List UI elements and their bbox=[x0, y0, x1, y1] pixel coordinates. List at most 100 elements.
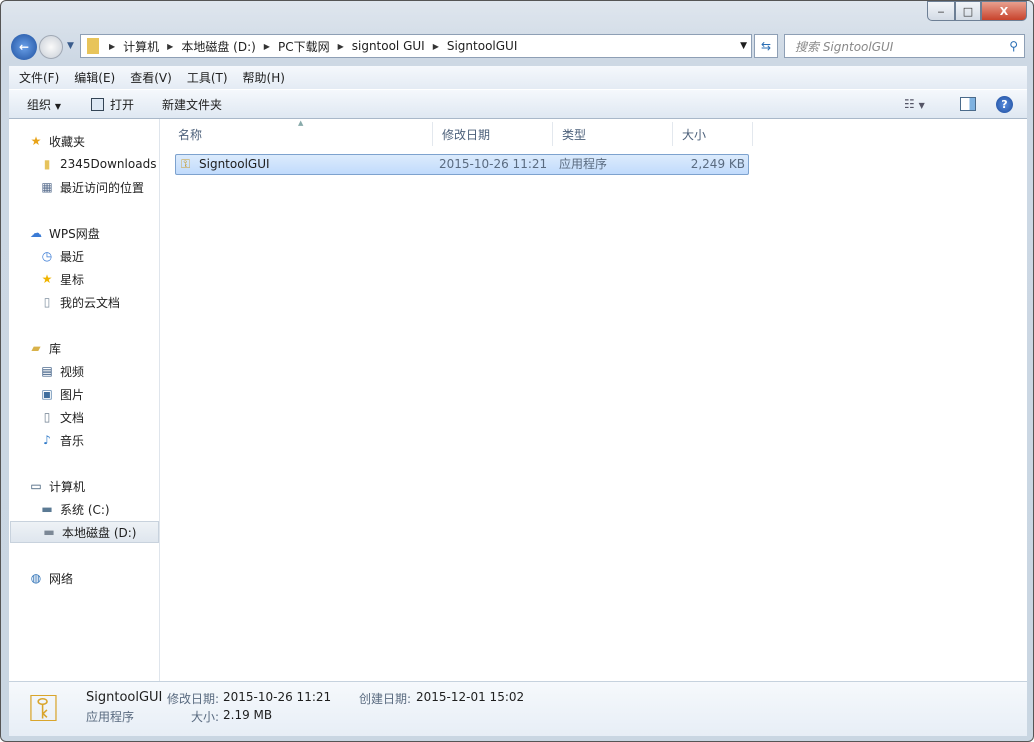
system-drive-icon: ▬ bbox=[41, 502, 53, 516]
file-name: SigntoolGUI bbox=[199, 157, 270, 171]
app-window-icon bbox=[91, 97, 104, 111]
sidebar-item[interactable]: ▦ 最近访问的位置 bbox=[9, 176, 160, 198]
menu-bar: 文件(F) 编辑(E) 查看(V) 工具(T) 帮助(H) bbox=[9, 66, 1027, 89]
breadcrumb-current[interactable]: SigntoolGUI bbox=[447, 39, 518, 53]
sidebar-item[interactable]: ▰ 库 bbox=[9, 337, 160, 359]
menu-tools[interactable]: 工具(T) bbox=[187, 69, 228, 86]
details-name: SigntoolGUI bbox=[86, 690, 163, 705]
details-pane: ⚿ SigntoolGUI 应用程序 修改日期: 2015-10-26 11:2… bbox=[9, 681, 1027, 736]
details-modified-label: 修改日期: bbox=[167, 692, 220, 706]
sidebar-item[interactable]: ▭ 计算机 bbox=[9, 475, 160, 497]
sidebar-item-label: 音乐 bbox=[60, 433, 85, 448]
sidebar-item[interactable]: ★ 星标 bbox=[9, 268, 160, 290]
breadcrumb-pc[interactable]: PC下载网 bbox=[278, 38, 330, 55]
command-bar: 组织 ▼ 打开 新建文件夹 ☷ ▼ ? bbox=[9, 89, 1027, 119]
recent-pages-dropdown[interactable]: ▼ bbox=[67, 41, 74, 51]
file-size: 2,249 KB bbox=[690, 157, 745, 171]
explorer-window: ‒ □ X ← ▼ ▶ 计算机 ▶ 本地磁盘 (D:) ▶ PC下载网 ▶ signto… bbox=[0, 0, 1034, 742]
minimize-button[interactable]: ‒ bbox=[927, 1, 955, 21]
sidebar-item[interactable]: ★ 收藏夹 bbox=[9, 130, 160, 152]
sidebar-item[interactable]: ♪ 音乐 bbox=[9, 429, 160, 451]
details-type: 应用程序 bbox=[86, 710, 135, 724]
chevron-right-icon[interactable]: ▶ bbox=[338, 42, 344, 51]
video-icon: ▤ bbox=[41, 364, 53, 378]
organize-button[interactable]: 组织 ▼ bbox=[27, 96, 61, 113]
chevron-right-icon[interactable]: ▶ bbox=[167, 42, 173, 51]
sidebar-item[interactable]: ◷ 最近 bbox=[9, 245, 160, 267]
sidebar-item[interactable]: ◍ 网络 bbox=[9, 567, 160, 589]
sidebar-item-label: 本地磁盘 (D:) bbox=[62, 525, 137, 540]
chevron-right-icon[interactable]: ▶ bbox=[433, 42, 439, 51]
column-header-type[interactable]: 类型 bbox=[553, 122, 673, 146]
star-icon: ★ bbox=[30, 134, 42, 148]
sidebar-item[interactable]: ▮ 2345Downloads bbox=[9, 153, 160, 175]
menu-help[interactable]: 帮助(H) bbox=[243, 69, 285, 86]
sidebar-item[interactable]: ▣ 图片 bbox=[9, 383, 160, 405]
sidebar-item-label: 星标 bbox=[60, 272, 85, 287]
network-icon: ◍ bbox=[30, 571, 42, 585]
sidebar-item-label: 图片 bbox=[60, 387, 85, 402]
open-button[interactable]: 打开 bbox=[91, 96, 134, 113]
menu-file[interactable]: 文件(F) bbox=[19, 69, 59, 86]
picture-icon: ▣ bbox=[41, 387, 53, 401]
address-bar[interactable]: ▶ 计算机 ▶ 本地磁盘 (D:) ▶ PC下载网 ▶ signtool GUI ▶ Si… bbox=[80, 34, 752, 58]
navigation-pane: ★ 收藏夹 ▮ 2345Downloads ▦ 最近访问的位置 ☁ WPS网盘 ◷ 最近 ★ 星标 ▯ 我… bbox=[9, 119, 160, 681]
clock-icon: ◷ bbox=[41, 249, 53, 263]
column-header-name[interactable]: 名称 bbox=[169, 122, 433, 146]
search-icon[interactable]: ⚲ bbox=[1009, 39, 1018, 53]
forward-button[interactable] bbox=[39, 35, 63, 59]
sidebar-item-label: 收藏夹 bbox=[49, 134, 86, 149]
key-app-icon: ⚿ bbox=[29, 686, 58, 730]
breadcrumb-computer[interactable]: 计算机 bbox=[123, 38, 159, 55]
folder-icon: ▮ bbox=[43, 157, 51, 171]
sidebar-item-label: 库 bbox=[49, 341, 62, 356]
computer-icon: ▭ bbox=[30, 479, 42, 493]
close-button[interactable]: X bbox=[981, 1, 1027, 21]
sidebar-item[interactable]: ▯ 文档 bbox=[9, 406, 160, 428]
sidebar-item-label: 网络 bbox=[49, 571, 74, 586]
sidebar-item[interactable]: ▤ 视频 bbox=[9, 360, 160, 382]
sidebar-item-label: 2345Downloads bbox=[60, 157, 157, 171]
help-icon[interactable]: ? bbox=[996, 95, 1013, 113]
key-app-icon: ⚿ bbox=[181, 157, 191, 171]
drive-icon: ▬ bbox=[43, 525, 55, 539]
breadcrumb-drive[interactable]: 本地磁盘 (D:) bbox=[181, 38, 255, 55]
details-modified: 2015-10-26 11:21 bbox=[223, 690, 332, 704]
maximize-button[interactable]: □ bbox=[955, 1, 981, 21]
search-placeholder: 搜索 SigntoolGUI bbox=[795, 39, 894, 54]
file-row[interactable]: ⚿ SigntoolGUI 2015-10-26 11:21 应用程序 2,24… bbox=[175, 154, 749, 175]
file-modified: 2015-10-26 11:21 bbox=[439, 157, 548, 171]
star-icon: ★ bbox=[41, 272, 53, 286]
view-options-icon[interactable]: ☷ ▼ bbox=[904, 97, 925, 111]
file-list: ▲ 名称 修改日期 类型 大小 ⚿ SigntoolGUI 2015-10-26… bbox=[160, 119, 1027, 681]
details-created: 2015-12-01 15:02 bbox=[416, 690, 525, 704]
back-button[interactable]: ← bbox=[11, 34, 37, 60]
address-dropdown-icon[interactable]: ▼ bbox=[740, 41, 747, 51]
sidebar-item[interactable]: ▬ 本地磁盘 (D:) bbox=[10, 521, 159, 543]
library-icon: ▰ bbox=[31, 341, 41, 355]
sidebar-item-label: WPS网盘 bbox=[49, 226, 100, 241]
chevron-right-icon[interactable]: ▶ bbox=[264, 42, 270, 51]
column-header-modified[interactable]: 修改日期 bbox=[433, 122, 553, 146]
breadcrumb-signtool[interactable]: signtool GUI bbox=[352, 39, 425, 53]
sidebar-item[interactable]: ▬ 系统 (C:) bbox=[9, 498, 160, 520]
chevron-down-icon: ▼ bbox=[54, 101, 61, 111]
sidebar-item-label: 系统 (C:) bbox=[60, 502, 110, 517]
search-input[interactable]: 搜索 SigntoolGUI ⚲ bbox=[784, 34, 1025, 58]
preview-pane-icon[interactable] bbox=[960, 97, 976, 111]
menu-view[interactable]: 查看(V) bbox=[130, 69, 172, 86]
sidebar-item[interactable]: ▯ 我的云文档 bbox=[9, 291, 160, 313]
document-icon: ▯ bbox=[43, 295, 51, 309]
details-size: 2.19 MB bbox=[223, 708, 273, 722]
sidebar-item-label: 视频 bbox=[60, 364, 85, 379]
recent-places-icon: ▦ bbox=[41, 180, 53, 194]
sidebar-item-label: 最近 bbox=[60, 249, 85, 264]
file-type: 应用程序 bbox=[559, 157, 608, 171]
chevron-right-icon[interactable]: ▶ bbox=[109, 42, 115, 51]
column-header-size[interactable]: 大小 bbox=[673, 122, 753, 146]
new-folder-button[interactable]: 新建文件夹 bbox=[162, 96, 222, 113]
sidebar-item[interactable]: ☁ WPS网盘 bbox=[9, 222, 160, 244]
menu-edit[interactable]: 编辑(E) bbox=[74, 69, 115, 86]
refresh-button[interactable]: ⇆ bbox=[754, 34, 778, 58]
details-created-label: 创建日期: bbox=[359, 692, 412, 706]
